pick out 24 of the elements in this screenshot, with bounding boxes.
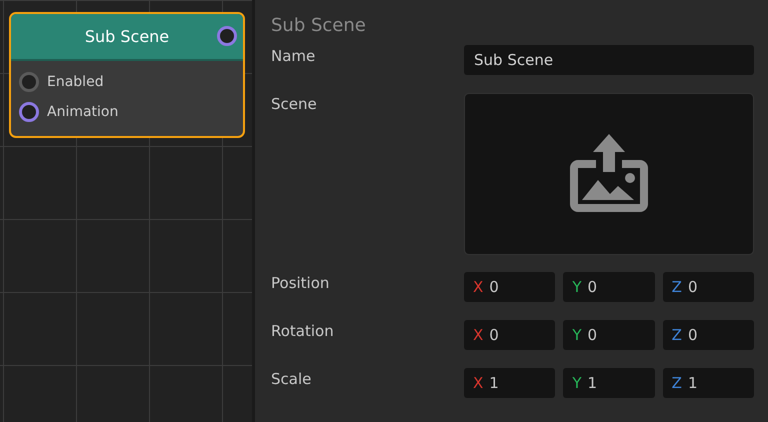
number-input-field[interactable]: Y 0: [563, 272, 655, 302]
inspector-title: Sub Scene: [271, 15, 367, 36]
field-label: Rotation: [271, 321, 335, 342]
field-label: Name: [271, 46, 316, 67]
sub-scene-node[interactable]: Sub Scene Enabled Animation: [9, 12, 245, 138]
number-input-field[interactable]: Y 0: [563, 320, 655, 350]
number-input-field[interactable]: Y 1: [563, 368, 655, 398]
output-port[interactable]: [217, 26, 237, 46]
input-port[interactable]: [19, 72, 39, 92]
scene-drop-zone[interactable]: [464, 93, 754, 255]
number-input-field[interactable]: X 0: [464, 320, 556, 350]
field-label: Position: [271, 273, 330, 294]
name-input-field[interactable]: Sub Scene: [464, 45, 754, 75]
field-label: Scale: [271, 369, 312, 390]
node-title: Sub Scene: [84, 27, 170, 46]
field-label: Scene: [271, 94, 318, 115]
port-label: Animation: [47, 104, 118, 120]
number-input-field[interactable]: Z 0: [662, 320, 754, 350]
number-input-field[interactable]: Z 0: [662, 272, 754, 302]
number-input-field[interactable]: Z 1: [662, 368, 754, 398]
port-label: Enabled: [47, 74, 104, 90]
input-port[interactable]: [19, 102, 39, 122]
number-input-field[interactable]: X 0: [464, 272, 556, 302]
number-input-field[interactable]: X 1: [464, 368, 556, 398]
